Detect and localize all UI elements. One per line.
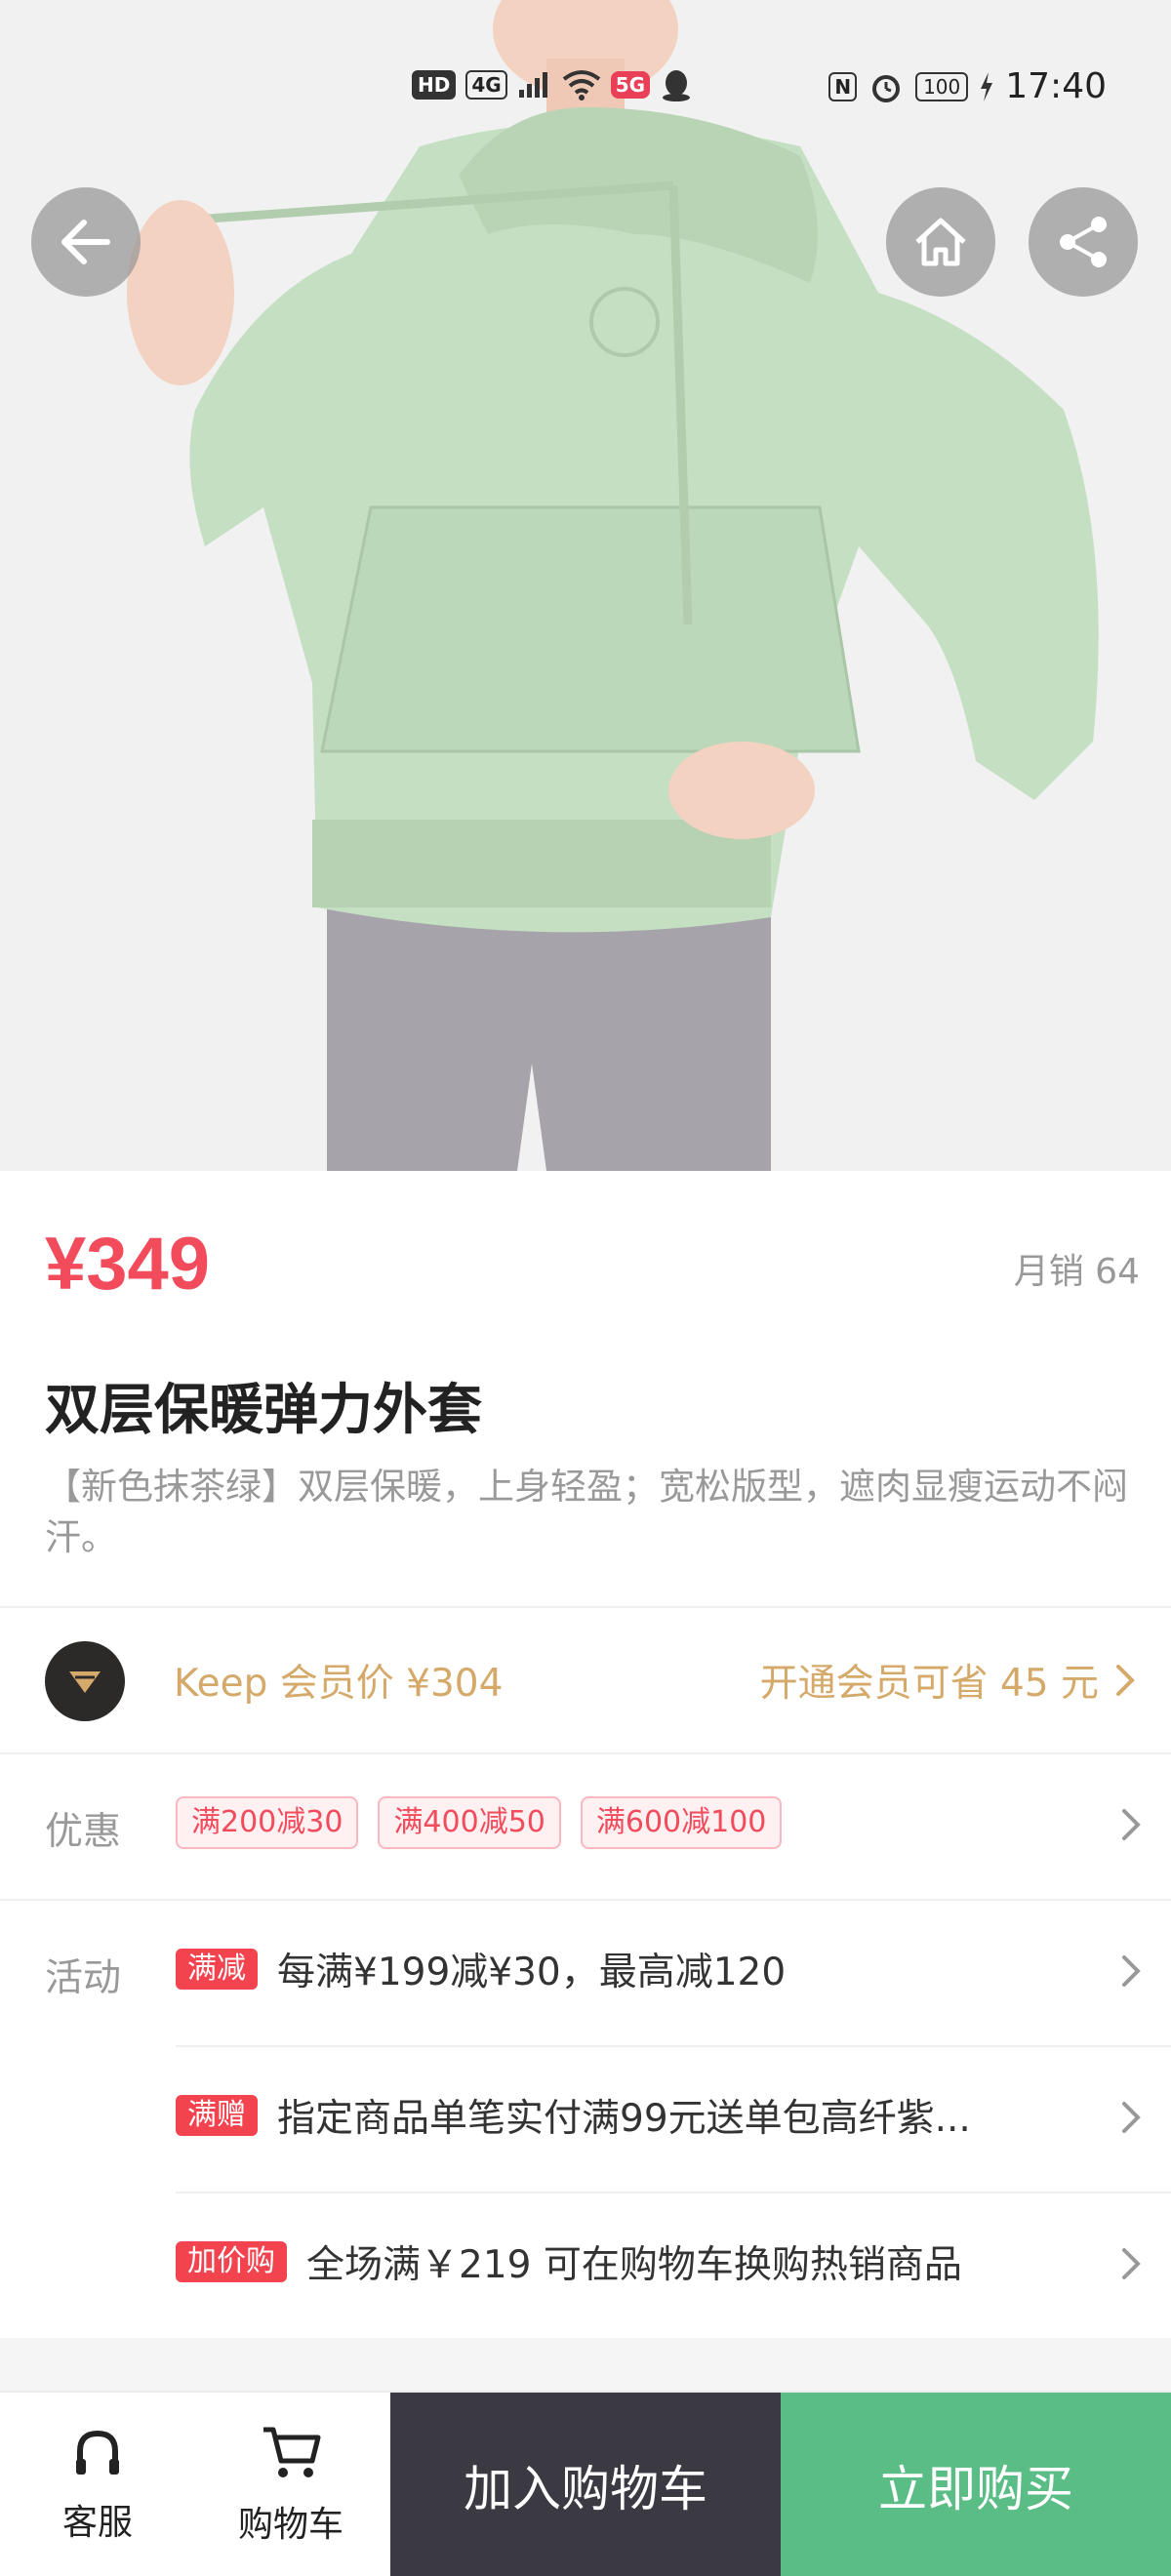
signal-icon — [518, 72, 547, 98]
status-time: 17:40 — [1005, 66, 1107, 106]
coupon-list: 满200减30 满400减50 满600减100 — [176, 1793, 783, 1852]
hd-indicator: HD — [412, 70, 457, 100]
status-bar: HD 4G 5G N 100 17:40 — [0, 59, 1171, 117]
activity-content: 满赠 指定商品单笔实付满99元送单包高纤紫... — [176, 2086, 971, 2145]
bottom-action-bar: 客服 购物车 加入购物车 立即购买 — [0, 2391, 1171, 2576]
back-button[interactable] — [31, 187, 141, 297]
coupon-tag[interactable]: 满400减50 — [378, 1796, 561, 1849]
diamond-icon — [69, 1671, 101, 1693]
activity-label: 活动 — [45, 1956, 122, 2000]
home-icon — [915, 218, 966, 266]
battery-indicator: 100 — [915, 71, 969, 101]
activity-row[interactable]: 加价购 全场满￥219 可在购物车换购热销商品 — [0, 2192, 1171, 2338]
monthly-sales: 月销 64 — [1013, 1252, 1140, 1292]
member-price-row[interactable]: Keep 会员价 ¥304 开通会员可省 45 元 — [0, 1608, 1171, 1752]
coupon-tag[interactable]: 满600减100 — [580, 1796, 783, 1849]
activity-row[interactable]: 满赠 指定商品单笔实付满99元送单包高纤紫... — [0, 2045, 1171, 2192]
chevron-right-icon — [1122, 2248, 1141, 2279]
cart-icon — [263, 2427, 321, 2477]
headset-icon — [76, 2430, 119, 2475]
price-row: ¥349 月销 64 — [0, 1171, 1171, 1347]
back-arrow-icon — [61, 220, 110, 264]
activity-content: 满减 每满¥199减¥30，最高减120 — [176, 1940, 786, 1998]
buy-now-button[interactable]: 立即购买 — [781, 2393, 1171, 2576]
activity-text: 指定商品单笔实付满99元送单包高纤紫... — [277, 2097, 971, 2141]
discount-label: 优惠 — [45, 1810, 122, 1854]
home-button[interactable] — [886, 187, 995, 297]
activity-tag: 满减 — [176, 1949, 258, 1990]
charging-icon — [981, 71, 993, 101]
activity-text: 每满¥199减¥30，最高减120 — [277, 1951, 787, 1994]
customer-service-button[interactable]: 客服 — [0, 2393, 195, 2576]
activity-content: 加价购 全场满￥219 可在购物车换购热销商品 — [176, 2233, 962, 2291]
status-right: N 100 17:40 — [828, 66, 1107, 106]
share-icon — [1060, 217, 1107, 267]
activity-text: 全场满￥219 可在购物车换购热销商品 — [306, 2243, 962, 2287]
discount-row[interactable]: 优惠 满200减30 满400减50 满600减100 — [0, 1752, 1171, 1899]
product-subtitle: 【新色抹茶绿】双层保暖，上身轻盈；宽松版型，遮肉显瘦运动不闷汗。 — [45, 1466, 1128, 1558]
chevron-right-icon — [1122, 1955, 1141, 1987]
open-membership-text: 开通会员可省 45 元 — [759, 1662, 1099, 1706]
product-image[interactable] — [0, 0, 1171, 1171]
member-price-label: Keep 会员价 ¥304 — [174, 1662, 504, 1706]
product-photo-illustration — [0, 0, 1171, 1171]
wifi-icon — [562, 70, 600, 101]
nfc-icon: N — [828, 71, 858, 101]
qq-icon — [663, 70, 691, 101]
chevron-right-icon — [1122, 2102, 1141, 2133]
chevron-right-icon — [1116, 1665, 1135, 1696]
coupon-tag[interactable]: 满200减30 — [176, 1796, 359, 1849]
activity-tag: 加价购 — [176, 2241, 287, 2282]
add-to-cart-button[interactable]: 加入购物车 — [390, 2393, 781, 2576]
member-badge-icon — [45, 1641, 125, 1721]
cart-label: 购物车 — [237, 2505, 343, 2545]
share-button[interactable] — [1029, 187, 1138, 297]
cart-button[interactable]: 购物车 — [193, 2393, 388, 2576]
customer-service-label: 客服 — [61, 2503, 133, 2543]
5g-badge: 5G — [610, 71, 651, 99]
status-left: HD 4G 5G — [412, 68, 693, 101]
network-type-indicator: 4G — [465, 70, 507, 100]
open-membership-link[interactable]: 开通会员可省 45 元 — [760, 1653, 1136, 1708]
alarm-icon — [872, 74, 901, 102]
product-title: 双层保暖弹力外套 — [45, 1379, 482, 1442]
product-price: ¥349 — [45, 1223, 211, 1306]
activity-row[interactable]: 活动 满减 每满¥199减¥30，最高减120 — [0, 1899, 1171, 2045]
activity-tag: 满赠 — [176, 2095, 258, 2136]
chevron-right-icon — [1122, 1809, 1141, 1840]
section-spacer — [0, 2338, 1171, 2391]
